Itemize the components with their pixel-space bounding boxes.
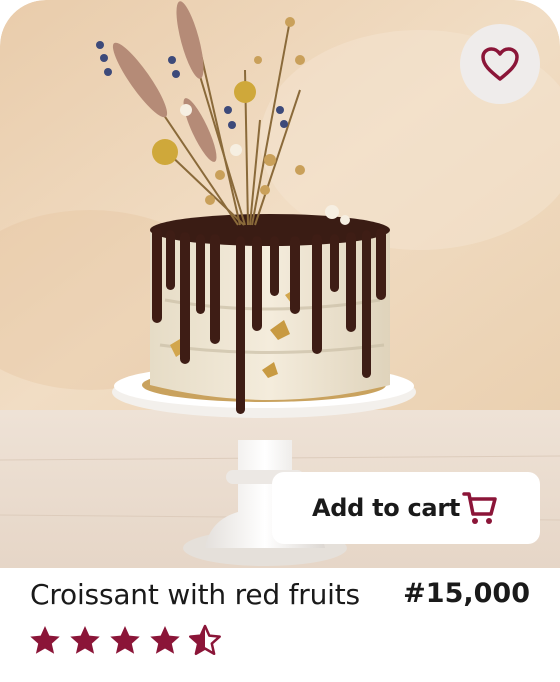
add-to-cart-button[interactable]: Add to cart: [272, 472, 540, 544]
product-card[interactable]: Add to cart Croissant with red fruits #1…: [0, 0, 560, 682]
add-to-cart-label: Add to cart: [312, 494, 461, 522]
star-icon: [189, 624, 221, 656]
cart-icon: [462, 492, 497, 524]
heart-icon: [481, 47, 519, 81]
star-icon: [110, 626, 140, 654]
product-price: #15,000: [403, 578, 530, 609]
star-icon: [150, 626, 180, 654]
rating-stars: [28, 624, 222, 658]
star-icon: [70, 626, 100, 654]
product-title: Croissant with red fruits: [30, 578, 360, 611]
star-icon: [30, 626, 60, 654]
favorite-button[interactable]: [460, 24, 540, 104]
